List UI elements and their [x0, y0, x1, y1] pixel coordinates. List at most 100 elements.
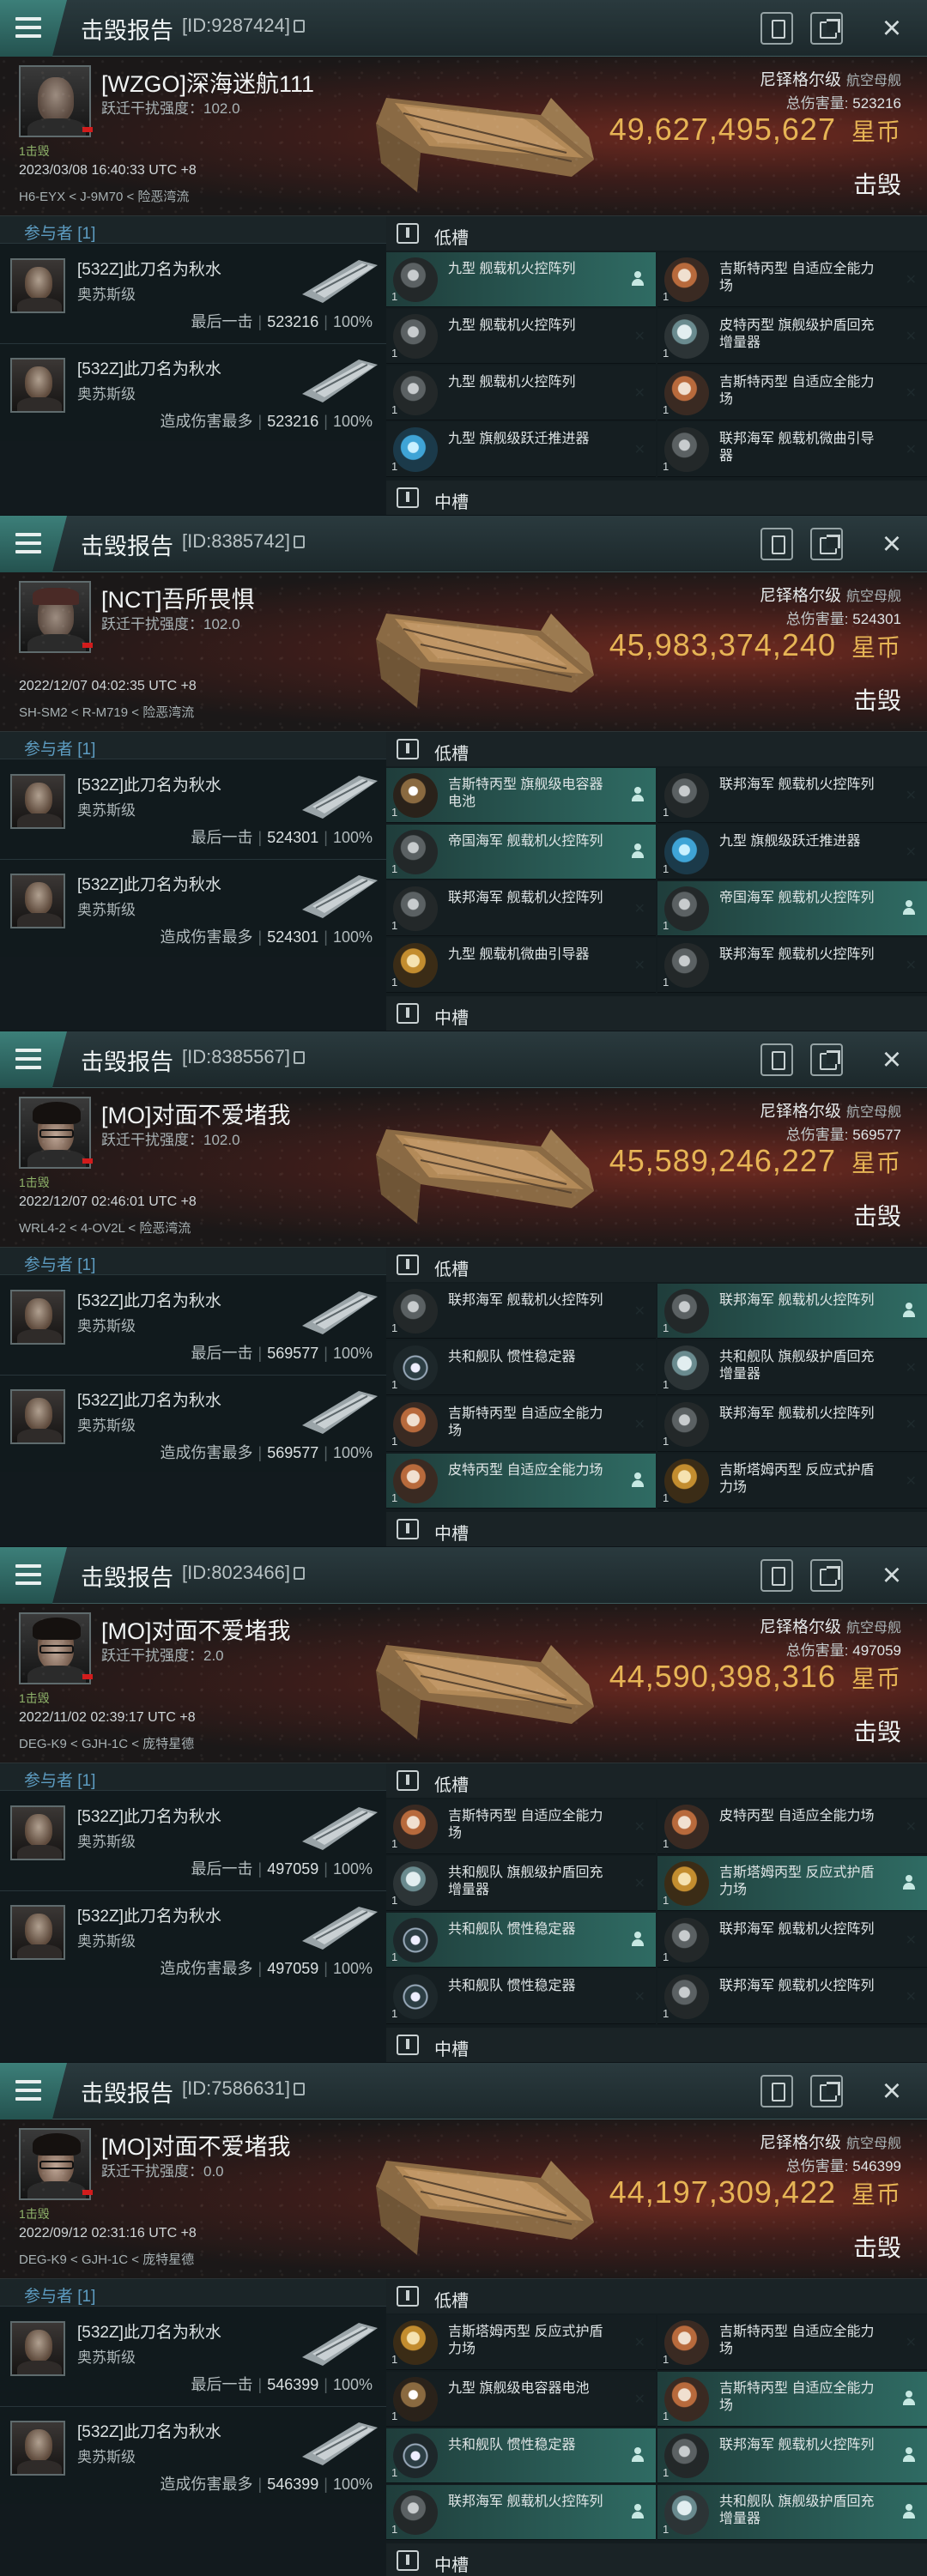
module-slot[interactable]: 1 联邦海军 舰载机微曲引导器 ✕ — [657, 422, 927, 477]
share-icon[interactable] — [810, 1559, 843, 1592]
ship-type[interactable]: 尼铎格尔级 航空母舰 — [760, 583, 901, 606]
participant-avatar[interactable] — [10, 1805, 65, 1860]
report-id[interactable]: [ID:8385742] — [182, 530, 305, 553]
participant-avatar[interactable] — [10, 1389, 65, 1444]
report-id[interactable]: [ID:8023466] — [182, 1562, 305, 1584]
ship-type[interactable]: 尼铎格尔级 航空母舰 — [760, 1098, 901, 1122]
notes-icon[interactable] — [760, 1043, 793, 1076]
ship-type[interactable]: 尼铎格尔级 航空母舰 — [760, 2130, 901, 2153]
notes-icon[interactable] — [760, 2075, 793, 2107]
mid-slot-header[interactable]: 中槽 — [386, 2543, 927, 2576]
ship-type[interactable]: 尼铎格尔级 航空母舰 — [760, 67, 901, 90]
module-slot[interactable]: 1吉斯特丙型 自适应全能力场✕ — [657, 2372, 927, 2427]
module-slot[interactable]: 1共和舰队 旗舰级护盾回充增量器✕ — [386, 1856, 656, 1911]
kill-location[interactable]: DEG-K9 < GJH-1C < 庞特星德 — [19, 1734, 194, 1752]
participants-header[interactable]: 参与者 [1] — [0, 216, 386, 244]
report-id[interactable]: [ID:9287424] — [182, 15, 305, 37]
module-slot[interactable]: 1共和舰队 旗舰级护盾回充增量器✕ — [657, 1340, 927, 1395]
victim-avatar[interactable] — [19, 1097, 91, 1169]
notes-icon[interactable] — [760, 12, 793, 45]
participant-row[interactable]: [532Z]此刀名为秋水 奥苏斯级 最后一击 | 523216 | 100% — [0, 245, 386, 342]
module-slot[interactable]: 1联邦海军 舰载机火控阵列✕ — [657, 1913, 927, 1968]
copy-icon[interactable] — [293, 1567, 305, 1580]
participant-row[interactable]: [532Z]此刀名为秋水 奥苏斯级 造成伤害最多 | 524301 | 100% — [0, 859, 386, 957]
module-slot[interactable]: 1 九型 旗舰级跃迁推进器 ✕ — [386, 422, 656, 477]
kill-location[interactable]: SH-SM2 < R-M719 < 险恶湾流 — [19, 703, 194, 721]
report-id[interactable]: [ID:7586631] — [182, 2077, 305, 2100]
participant-row[interactable]: [532Z]此刀名为秋水 奥苏斯级 最后一击 | 497059 | 100% — [0, 1792, 386, 1890]
mid-slot-header[interactable]: 中槽 — [386, 1512, 927, 1546]
kill-location[interactable]: H6-EYX < J-9M70 < 险恶湾流 — [19, 187, 189, 205]
participants-header[interactable]: 参与者 [1] — [0, 1248, 386, 1275]
participant-row[interactable]: [532Z]此刀名为秋水 奥苏斯级 造成伤害最多 | 523216 | 100% — [0, 343, 386, 441]
participant-avatar[interactable] — [10, 1905, 65, 1960]
close-icon[interactable]: × — [876, 528, 908, 560]
victim-avatar[interactable] — [19, 1612, 91, 1684]
report-id[interactable]: [ID:8385567] — [182, 1046, 305, 1068]
module-slot[interactable]: 1 九型 舰载机火控阵列 ✕ — [386, 366, 656, 420]
menu-icon[interactable] — [0, 516, 67, 572]
module-slot[interactable]: 1联邦海军 舰载机火控阵列✕ — [657, 768, 927, 823]
copy-icon[interactable] — [293, 535, 305, 548]
share-icon[interactable] — [810, 2075, 843, 2107]
menu-icon[interactable] — [0, 0, 67, 57]
notes-icon[interactable] — [760, 528, 793, 560]
participant-avatar[interactable] — [10, 774, 65, 829]
module-slot[interactable]: 1共和舰队 惯性稳定器✕ — [386, 1969, 656, 2024]
participant-row[interactable]: [532Z]此刀名为秋水 奥苏斯级 造成伤害最多 | 546399 | 100% — [0, 2406, 386, 2504]
copy-icon[interactable] — [293, 1051, 305, 1064]
module-slot[interactable]: 1吉斯特丙型 自适应全能力场✕ — [657, 366, 927, 420]
killmail-feed[interactable]: 击毁报告 [ID:9287424] × 1击毁 [WZGO]深海迷航111 跃迁… — [0, 0, 927, 2576]
module-slot[interactable]: 1吉斯特丙型 自适应全能力场✕ — [386, 1397, 656, 1452]
victim-avatar[interactable] — [19, 581, 91, 653]
module-slot[interactable]: 1联邦海军 舰载机火控阵列✕ — [657, 1284, 927, 1339]
module-slot[interactable]: 1 皮特丙型 旗舰级护盾回充增量器 ✕ — [657, 309, 927, 364]
victim-avatar[interactable] — [19, 65, 91, 137]
module-slot[interactable]: 1 九型 旗舰级电容器电池 ✕ — [386, 2372, 656, 2427]
kill-location[interactable]: DEG-K9 < GJH-1C < 庞特星德 — [19, 2250, 194, 2268]
module-slot[interactable]: 1吉斯塔姆丙型 反应式护盾力场✕ — [657, 1856, 927, 1911]
close-icon[interactable]: × — [876, 2075, 908, 2107]
victim-name[interactable]: [MO]对面不爱堵我 — [101, 2128, 291, 2162]
mid-slot-header[interactable]: 中槽 — [386, 481, 927, 515]
module-slot[interactable]: 1联邦海军 舰载机火控阵列✕ — [386, 1284, 656, 1339]
mid-slot-header[interactable]: 中槽 — [386, 996, 927, 1031]
participant-avatar[interactable] — [10, 258, 65, 313]
participant-row[interactable]: [532Z]此刀名为秋水 奥苏斯级 最后一击 | 524301 | 100% — [0, 760, 386, 858]
menu-icon[interactable] — [0, 2063, 67, 2119]
low-slot-header[interactable]: 低槽 — [386, 2279, 927, 2313]
module-slot[interactable]: 1 九型 舰载机火控阵列 ✕ — [386, 309, 656, 364]
module-slot[interactable]: 1帝国海军 舰载机火控阵列✕ — [657, 881, 927, 936]
participant-avatar[interactable] — [10, 358, 65, 413]
copy-icon[interactable] — [293, 20, 305, 33]
participant-row[interactable]: [532Z]此刀名为秋水 奥苏斯级 最后一击 | 569577 | 100% — [0, 1276, 386, 1374]
module-slot[interactable]: 1吉斯塔姆丙型 反应式护盾力场✕ — [386, 2315, 656, 2370]
menu-icon[interactable] — [0, 1031, 67, 1088]
module-slot[interactable]: 1联邦海军 舰载机火控阵列✕ — [657, 938, 927, 993]
participant-avatar[interactable] — [10, 2421, 65, 2476]
module-slot[interactable]: 1联邦海军 舰载机火控阵列✕ — [657, 2428, 927, 2483]
participant-row[interactable]: [532Z]此刀名为秋水 奥苏斯级 最后一击 | 546399 | 100% — [0, 2307, 386, 2405]
module-slot[interactable]: 1联邦海军 舰载机火控阵列✕ — [386, 881, 656, 936]
module-slot[interactable]: 1皮特丙型 自适应全能力场✕ — [386, 1454, 656, 1509]
participant-row[interactable]: [532Z]此刀名为秋水 奥苏斯级 造成伤害最多 | 569577 | 100% — [0, 1375, 386, 1472]
low-slot-header[interactable]: 低槽 — [386, 216, 927, 251]
module-slot[interactable]: 1 九型 舰载机微曲引导器 ✕ — [386, 938, 656, 993]
share-icon[interactable] — [810, 12, 843, 45]
low-slot-header[interactable]: 低槽 — [386, 1248, 927, 1282]
module-slot[interactable]: 1共和舰队 惯性稳定器✕ — [386, 1340, 656, 1395]
module-slot[interactable]: 1吉斯特丙型 自适应全能力场✕ — [386, 1799, 656, 1854]
module-slot[interactable]: 1吉斯特丙型 自适应全能力场✕ — [657, 252, 927, 307]
low-slot-header[interactable]: 低槽 — [386, 1763, 927, 1798]
module-slot[interactable]: 1共和舰队 旗舰级护盾回充增量器✕ — [657, 2485, 927, 2540]
module-slot[interactable]: 1联邦海军 舰载机火控阵列✕ — [657, 1969, 927, 2024]
module-slot[interactable]: 1共和舰队 惯性稳定器✕ — [386, 1913, 656, 1968]
mid-slot-header[interactable]: 中槽 — [386, 2028, 927, 2062]
low-slot-header[interactable]: 低槽 — [386, 732, 927, 766]
notes-icon[interactable] — [760, 1559, 793, 1592]
participants-header[interactable]: 参与者 [1] — [0, 732, 386, 759]
participant-avatar[interactable] — [10, 874, 65, 928]
module-slot[interactable]: 1联邦海军 舰载机火控阵列✕ — [657, 1397, 927, 1452]
participants-header[interactable]: 参与者 [1] — [0, 2279, 386, 2307]
module-slot[interactable]: 1联邦海军 舰载机火控阵列✕ — [386, 2485, 656, 2540]
